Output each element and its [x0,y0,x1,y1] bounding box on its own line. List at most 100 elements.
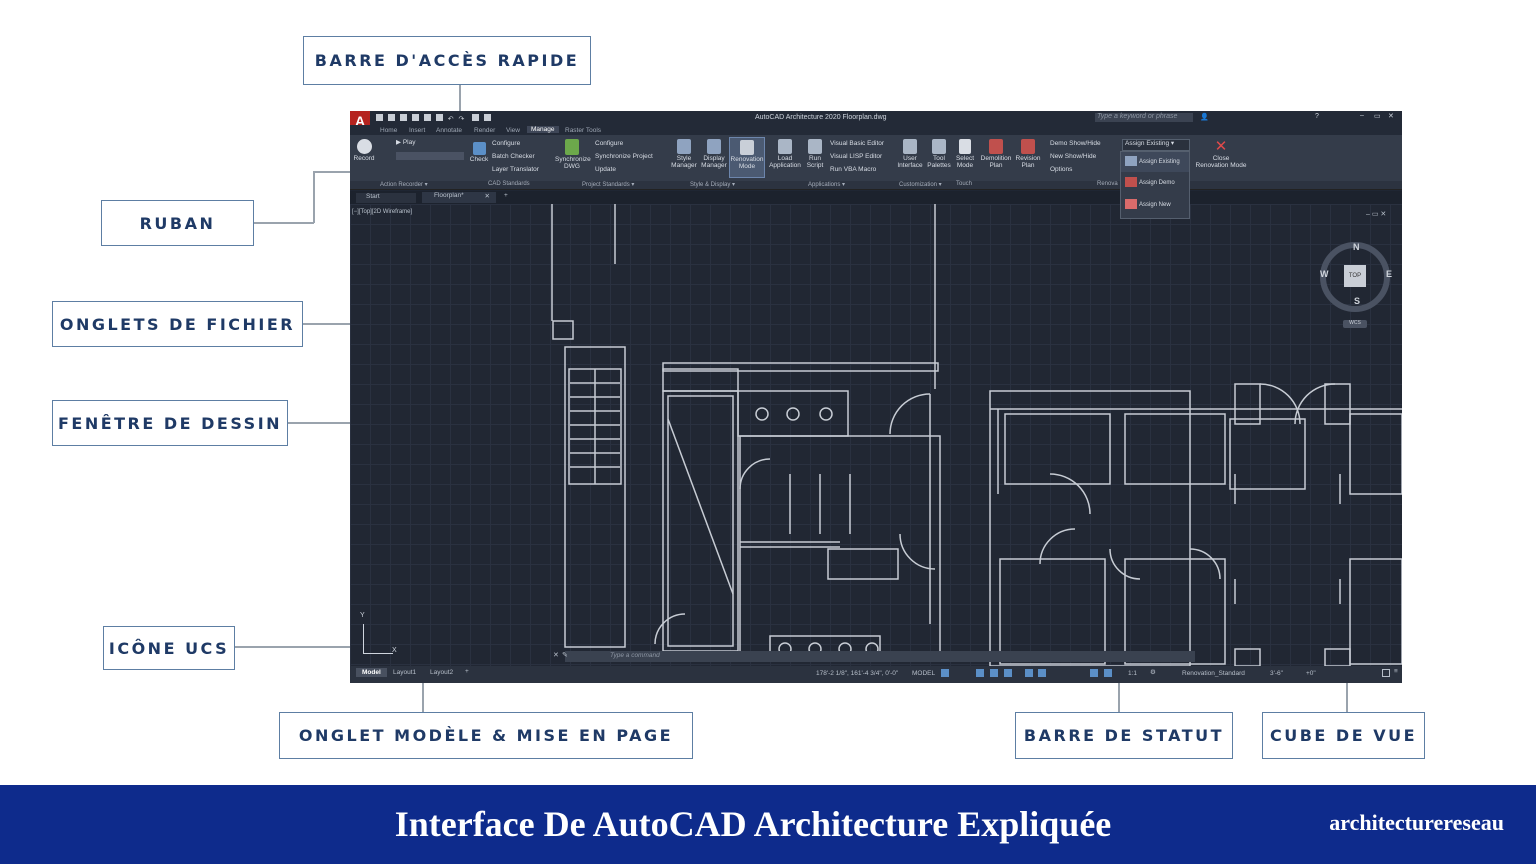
add-layout-button[interactable]: + [465,668,469,675]
update-button[interactable]: Update [595,166,616,173]
coordinates-readout[interactable]: 178'-2 1/8", 161'-4 3/4", 0'-0" [816,670,898,677]
vb-editor-button[interactable]: Visual Basic Editor [830,140,884,147]
tool-palettes-button[interactable]: Tool Palettes [925,139,953,169]
command-close-icon[interactable]: ✕ [553,651,559,659]
view-cube-north[interactable]: N [1353,242,1360,252]
renovation-mode-button[interactable]: Renovation Mode [729,137,765,178]
share-icon[interactable] [472,114,480,121]
tab-raster-tools[interactable]: Raster Tools [565,127,601,134]
model-space-toggle[interactable]: MODEL [912,670,935,677]
polar-toggle[interactable] [1004,669,1012,677]
new-showhide-button[interactable]: New Show/Hide [1050,153,1096,160]
open-icon[interactable] [387,114,395,121]
panel-style-display[interactable]: Style & Display ▾ [690,181,735,188]
tab-view[interactable]: View [506,127,520,134]
panel-applications[interactable]: Applications ▾ [808,181,845,188]
otrack-toggle[interactable] [1038,669,1046,677]
annotation-visibility-toggle[interactable] [1090,669,1098,677]
assign-existing-item[interactable]: Assign Existing [1121,152,1189,172]
workspace-icon[interactable] [484,114,492,121]
record-button[interactable]: Record [353,139,375,162]
file-tab-start[interactable]: Start [356,193,416,203]
tab-render[interactable]: Render [474,127,495,134]
options-button[interactable]: Options [1050,166,1072,173]
configure-project-button[interactable]: Configure [595,140,623,147]
demolition-plan-button[interactable]: Demolition Plan [979,139,1013,169]
select-mode-button[interactable]: Select Mode [953,139,977,169]
user-interface-button[interactable]: User Interface [896,139,924,169]
save-as-icon[interactable] [411,114,419,121]
synchronize-dwg-button[interactable]: Synchronize DWG [555,139,591,170]
check-button[interactable]: Check [468,142,490,163]
elevation-offset[interactable]: +0" [1306,670,1316,677]
demo-showhide-button[interactable]: Demo Show/Hide [1050,140,1101,147]
tab-home[interactable]: Home [380,127,397,134]
assign-demo-item[interactable]: Assign Demo [1121,172,1189,194]
view-cube-west[interactable]: W [1320,269,1329,279]
renovation-style-select[interactable]: Renovation_Standard [1182,670,1245,677]
help-icon[interactable]: ? [1315,113,1319,120]
cut-plane-height[interactable]: 3'-6" [1270,670,1283,677]
grid-toggle[interactable] [941,669,949,677]
panel-action-recorder[interactable]: Action Recorder ▾ [380,181,428,188]
new-icon[interactable] [376,114,383,121]
callout-drawing-window: FENÊTRE DE DESSIN [52,400,288,446]
wcs-menu[interactable]: WCS [1343,320,1367,328]
panel-customization[interactable]: Customization ▾ [899,181,942,188]
lisp-editor-button[interactable]: Visual LISP Editor [830,153,882,160]
batch-checker-button[interactable]: Batch Checker [492,153,535,160]
tab-manage[interactable]: Manage [527,126,559,133]
redo-icon[interactable]: ↷ [459,115,465,123]
panel-project-standards[interactable]: Project Standards ▾ [582,181,634,188]
auto-scale-toggle[interactable] [1104,669,1112,677]
assign-new-item[interactable]: Assign New [1121,194,1189,216]
tab-insert[interactable]: Insert [409,127,425,134]
drawing-window[interactable]: [−][Top][2D Wireframe] – ▭ ✕ N S E W TOP… [350,204,1402,666]
view-cube[interactable]: N S E W TOP [1320,242,1392,312]
close-renovation-button[interactable]: ✕ Close Renovation Mode [1192,139,1250,169]
layout-tab-1[interactable]: Layout1 [393,669,416,676]
print-icon[interactable] [435,114,443,121]
style-manager-button[interactable]: Style Manager [670,139,698,169]
revision-plan-button[interactable]: Revision Plan [1014,139,1042,169]
new-tab-button[interactable]: + [504,192,508,199]
customization-menu-icon[interactable]: ≡ [1394,668,1398,675]
minimize-icon[interactable]: – [1360,112,1364,119]
layer-translator-button[interactable]: Layer Translator [492,166,539,173]
tab-annotate[interactable]: Annotate [436,127,462,134]
load-application-button[interactable]: Load Application [768,139,802,169]
snap-toggle[interactable] [976,669,984,677]
run-script-button[interactable]: Run Script [803,139,827,169]
run-vba-button[interactable]: Run VBA Macro [830,166,876,173]
command-input[interactable]: Type a command [610,652,660,659]
wrench-icon[interactable]: ✎ [562,651,568,659]
layout-tab-model[interactable]: Model [356,668,387,677]
play-button[interactable]: ▶ Play [396,139,415,146]
ortho-toggle[interactable] [990,669,998,677]
action-macro-select[interactable] [396,152,464,160]
close-icon[interactable]: ✕ [1388,112,1394,120]
view-cube-east[interactable]: E [1386,269,1392,279]
user-icon[interactable]: 👤 [1200,113,1209,121]
layout-tab-2[interactable]: Layout2 [430,669,453,676]
configure-button[interactable]: Configure [492,140,520,147]
osnap-toggle[interactable] [1025,669,1033,677]
synchronize-project-button[interactable]: Synchronize Project [595,153,653,160]
search-input[interactable]: Type a keyword or phrase [1095,113,1193,122]
undo-icon[interactable]: ↶ [448,115,454,123]
assign-existing-label: Assign Existing [1139,159,1180,165]
view-cube-south[interactable]: S [1354,296,1360,306]
annotation-scale[interactable]: 1:1 [1128,670,1137,677]
assign-existing-dropdown[interactable]: Assign Existing ▾ [1122,139,1190,151]
tab-close-icon[interactable]: ✕ [485,192,490,200]
save-icon[interactable] [399,114,407,121]
clean-screen-icon[interactable] [1382,669,1390,677]
restore-icon[interactable]: ▭ [1374,112,1381,120]
file-tab-floorplan[interactable]: Floorplan* ✕ [422,192,496,203]
view-cube-top-face[interactable]: TOP [1344,265,1366,287]
workspace-gear-icon[interactable]: ⚙ [1150,668,1156,676]
command-line[interactable]: ✕ ✎ Type a command [553,651,1195,662]
plot-icon[interactable] [423,114,431,121]
select-label: Select [955,155,975,162]
display-manager-button[interactable]: Display Manager [700,139,728,169]
